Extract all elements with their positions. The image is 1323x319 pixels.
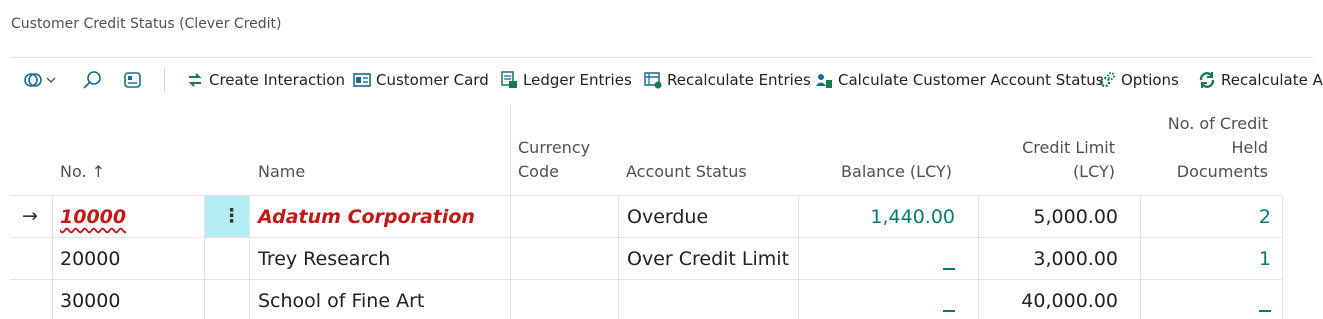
- page-title: Customer Credit Status (Clever Credit): [11, 16, 282, 32]
- column-header-balance[interactable]: Balance (LCY): [800, 160, 952, 184]
- recalculate-all-icon: [1199, 72, 1215, 88]
- credit-limit: 40,000.00: [1021, 290, 1118, 312]
- customer-card-button[interactable]: Customer Card: [353, 64, 489, 96]
- grid-line: [618, 196, 619, 319]
- toolbar-divider: [10, 57, 1313, 58]
- create-interaction-label: Create Interaction: [209, 71, 345, 89]
- column-header-held-line3: Documents: [1176, 162, 1268, 181]
- ledger-entries-label: Ledger Entries: [523, 71, 632, 89]
- search-icon: [83, 71, 101, 89]
- grid-line: [52, 196, 53, 319]
- column-header-currency-code[interactable]: Currency Code: [518, 136, 590, 184]
- column-header-credit-limit-line2: (LCY): [1072, 162, 1115, 181]
- grid-line: [10, 195, 1282, 196]
- column-header-held-line2: Held: [1231, 138, 1268, 157]
- account-status: Over Credit Limit: [627, 248, 790, 270]
- customer-name[interactable]: School of Fine Art: [258, 287, 424, 315]
- grid-line: [10, 237, 1282, 238]
- column-header-currency-line1: Currency: [518, 138, 591, 157]
- grid-line: [510, 196, 511, 319]
- column-header-name[interactable]: Name: [258, 160, 305, 184]
- column-header-credit-limit-line1: Credit Limit: [1022, 138, 1115, 157]
- action-bar: Create Interaction Customer Card Ledger …: [0, 64, 1323, 96]
- calculate-status-icon: [816, 74, 832, 88]
- column-header-held-line1: No. of Credit: [1167, 114, 1268, 133]
- recalculate-all-label: Recalculate All: [1221, 71, 1323, 89]
- ledger-entries-icon: [501, 71, 517, 88]
- credit-limit: 3,000.00: [1033, 248, 1118, 270]
- credit-held-documents-link[interactable]: 2: [1142, 203, 1271, 231]
- recalculate-entries-button[interactable]: Recalculate Entries: [644, 64, 811, 96]
- row-actions-button[interactable]: ⋮: [205, 196, 249, 237]
- column-header-currency-line2: Code: [518, 162, 559, 181]
- grid-line: [1282, 196, 1283, 319]
- options-icon: [1099, 72, 1115, 88]
- calculate-customer-account-status-label: Calculate Customer Account Status: [838, 71, 1104, 89]
- account-status: Overdue: [627, 206, 709, 228]
- create-interaction-button[interactable]: Create Interaction: [186, 64, 345, 96]
- ledger-entries-button[interactable]: Ledger Entries: [500, 64, 632, 96]
- grid-line: [510, 104, 511, 196]
- customer-card-icon: [353, 73, 371, 87]
- credit-held-documents-link[interactable]: 1: [1142, 245, 1271, 273]
- toolbar-separator: [164, 68, 165, 92]
- customer-no-link[interactable]: 30000: [60, 287, 120, 315]
- customer-no-link[interactable]: 20000: [60, 245, 120, 273]
- grid-line: [798, 196, 799, 319]
- credit-held-documents-empty-link[interactable]: [1259, 310, 1271, 312]
- credit-limit: 5,000.00: [1033, 206, 1118, 228]
- grid-line: [10, 279, 1282, 280]
- grid-line: [1140, 196, 1141, 319]
- recalculate-entries-label: Recalculate Entries: [667, 71, 811, 89]
- views-button[interactable]: [22, 64, 58, 96]
- grid-line: [978, 196, 979, 319]
- row-selected-arrow-icon: →: [22, 205, 38, 227]
- views-icon: [24, 73, 56, 87]
- recalculate-all-button[interactable]: Recalculate All: [1198, 64, 1323, 96]
- customer-name[interactable]: Adatum Corporation: [258, 203, 475, 231]
- more-options-icon: ⋮: [222, 205, 241, 227]
- filter-pane-icon: [124, 72, 141, 88]
- balance-empty-link[interactable]: [943, 310, 955, 312]
- column-header-credit-held-documents[interactable]: No. of Credit Held Documents: [1142, 112, 1268, 184]
- recalculate-entries-icon: [644, 72, 662, 89]
- calculate-customer-account-status-button[interactable]: Calculate Customer Account Status: [815, 64, 1104, 96]
- balance-link[interactable]: 1,440.00: [800, 203, 955, 231]
- options-label: Options: [1121, 71, 1179, 89]
- options-button[interactable]: Options: [1098, 64, 1179, 96]
- column-header-credit-limit[interactable]: Credit Limit (LCY): [980, 136, 1115, 184]
- column-header-no[interactable]: No. ↑: [60, 160, 105, 184]
- balance-empty-link[interactable]: [943, 268, 955, 270]
- column-header-account-status[interactable]: Account Status: [626, 160, 747, 184]
- customer-name[interactable]: Trey Research: [258, 245, 390, 273]
- customer-card-label: Customer Card: [376, 71, 489, 89]
- customer-no-link[interactable]: 10000: [60, 203, 126, 231]
- create-interaction-icon: [188, 73, 202, 87]
- filter-pane-button[interactable]: [123, 64, 143, 96]
- search-button[interactable]: [82, 64, 102, 96]
- grid-line: [249, 196, 250, 319]
